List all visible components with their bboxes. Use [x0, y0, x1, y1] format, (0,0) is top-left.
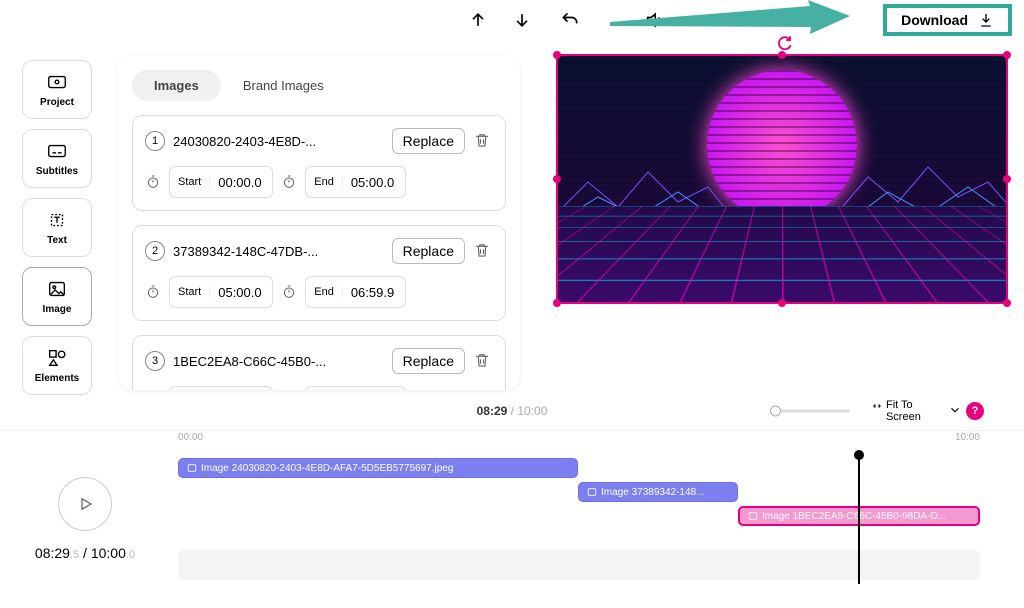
tabs: Images Brand Images: [132, 70, 506, 101]
image-icon: [748, 511, 758, 521]
fit-icon: [872, 399, 882, 413]
stopwatch-icon: [281, 174, 297, 190]
sidebar-item-label: Elements: [35, 373, 79, 384]
tab-brand-images[interactable]: Brand Images: [221, 70, 346, 101]
playhead[interactable]: [858, 454, 860, 584]
end-field[interactable]: End10:00.0: [305, 386, 406, 390]
card-index: 1: [145, 131, 165, 151]
trash-icon[interactable]: [473, 131, 493, 151]
sidebar-item-label: Text: [47, 235, 67, 246]
volume-icon[interactable]: [644, 8, 668, 32]
resize-handle[interactable]: [778, 299, 786, 307]
move-up-icon[interactable]: [466, 8, 490, 32]
resize-handle[interactable]: [1003, 175, 1011, 183]
start-field[interactable]: Start05:00.0: [169, 276, 273, 308]
ruler: 00:00 10:00: [178, 432, 980, 450]
resize-handle[interactable]: [1003, 51, 1011, 59]
image-card: 2 37389342-148C-47DB-... Replace Start05…: [132, 225, 506, 321]
trash-icon[interactable]: [473, 241, 493, 261]
time-info-bar: 08:29 / 10:00 Fit To Screen ?: [0, 392, 1024, 430]
stopwatch-icon: [145, 284, 161, 300]
tab-images[interactable]: Images: [132, 70, 221, 101]
undo-icon[interactable]: [558, 8, 582, 32]
resize-handle[interactable]: [553, 51, 561, 59]
start-field[interactable]: Start06:59.9: [169, 386, 273, 390]
timeline-clip[interactable]: Image 24030820-2403-4E8D-AFA7-5D5EB57756…: [178, 458, 578, 478]
timeline: 00:00 10:00 08:29.5 / 10:00.0 Image 2403…: [0, 430, 1024, 608]
resize-handle[interactable]: [778, 51, 786, 59]
filename: 1BEC2EA8-C66C-45B0-...: [173, 354, 384, 369]
sidebar-item-image[interactable]: Image: [22, 267, 92, 326]
play-button[interactable]: [58, 477, 112, 531]
sidebar-item-project[interactable]: Project: [22, 60, 92, 119]
move-down-icon[interactable]: [510, 8, 534, 32]
filename: 24030820-2403-4E8D-...: [173, 134, 384, 149]
help-badge[interactable]: ?: [966, 402, 984, 420]
sidebar-item-subtitles[interactable]: Subtitles: [22, 129, 92, 188]
ruler-start: 00:00: [178, 432, 203, 443]
fit-to-screen[interactable]: Fit To Screen: [872, 399, 932, 423]
image-icon: [187, 463, 197, 473]
stopwatch-icon: [281, 284, 297, 300]
image-icon: [587, 487, 597, 497]
trash-icon[interactable]: [473, 351, 493, 371]
resize-handle[interactable]: [553, 299, 561, 307]
end-field[interactable]: End05:00.0: [305, 166, 406, 198]
end-field[interactable]: End06:59.9: [305, 276, 406, 308]
resize-handle[interactable]: [553, 175, 561, 183]
download-icon: [978, 12, 994, 28]
sidebar-item-label: Subtitles: [36, 166, 78, 177]
sidebar-item-label: Image: [43, 304, 72, 315]
preview-canvas[interactable]: [556, 54, 1008, 304]
filename: 37389342-148C-47DB-...: [173, 244, 384, 259]
image-card: 1 24030820-2403-4E8D-... Replace Start00…: [132, 115, 506, 211]
sidebar-item-elements[interactable]: Elements: [22, 336, 92, 395]
playback-time: 08:29.5 / 10:00.0: [35, 545, 135, 561]
replace-button[interactable]: Replace: [392, 348, 465, 374]
card-index: 3: [145, 351, 165, 371]
tracks[interactable]: Image 24030820-2403-4E8D-AFA7-5D5EB57756…: [178, 454, 980, 584]
sidebar-item-label: Project: [40, 97, 74, 108]
sidebar: Project Subtitles Text Image Elements: [22, 60, 92, 395]
stopwatch-icon: [145, 174, 161, 190]
time-display: 08:29 / 10:00: [477, 404, 548, 418]
zoom-slider[interactable]: [770, 410, 850, 413]
slider-thumb[interactable]: [770, 406, 781, 417]
image-panel: Images Brand Images 1 24030820-2403-4E8D…: [118, 56, 520, 390]
resize-handle[interactable]: [1003, 299, 1011, 307]
card-index: 2: [145, 241, 165, 261]
ruler-end: 10:00: [955, 432, 980, 443]
sidebar-item-text[interactable]: Text: [22, 198, 92, 257]
timeline-clip[interactable]: Image 37389342-148...: [578, 482, 738, 502]
chevron-down-icon[interactable]: [948, 403, 962, 420]
play-controls: 08:29.5 / 10:00.0: [0, 430, 170, 608]
download-label: Download: [901, 12, 968, 28]
replace-button[interactable]: Replace: [392, 128, 465, 154]
image-card: 3 1BEC2EA8-C66C-45B0-... Replace Start06…: [132, 335, 506, 390]
top-bar: Download: [0, 0, 1024, 40]
start-field[interactable]: Start00:00.0: [169, 166, 273, 198]
replace-button[interactable]: Replace: [392, 238, 465, 264]
download-button[interactable]: Download: [883, 4, 1012, 36]
